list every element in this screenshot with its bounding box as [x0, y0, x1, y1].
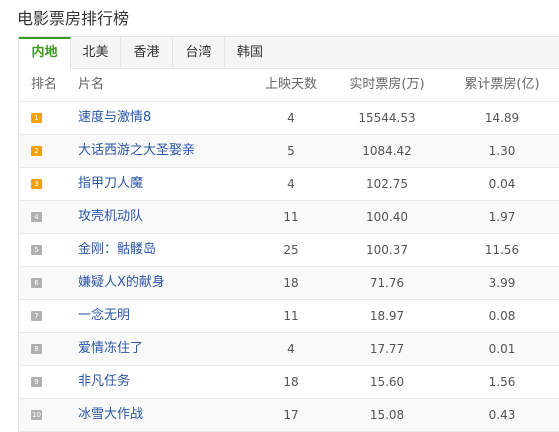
movie-name-cell: 爱情冻住了	[78, 333, 238, 365]
movie-title-link[interactable]: 爱情冻住了	[78, 341, 143, 356]
days-cell: 18	[283, 276, 299, 290]
days-cell: 18	[283, 375, 299, 389]
table-row: 7 一念无明 11 18.97 0.08	[19, 300, 559, 333]
rank-badge: 9	[31, 377, 42, 387]
box-office-panel: 内地 北美 香港 台湾 韩国 排名 片名 上映天数 实时票房(万) 累计票房(亿…	[18, 36, 559, 432]
realtime-cell: 15544.53	[358, 111, 416, 125]
movie-name-cell: 指甲刀人魔	[78, 168, 238, 200]
movie-title-link[interactable]: 速度与激情8	[78, 110, 151, 125]
rank-badge: 7	[31, 311, 42, 321]
table-row: 2 大话西游之大圣娶亲 5 1084.42 1.30	[19, 135, 559, 168]
days-cell: 4	[287, 111, 295, 125]
movie-name-cell: 一念无明	[78, 300, 238, 332]
header-name: 片名	[78, 77, 105, 92]
header-total: 累计票房(亿)	[464, 77, 540, 92]
page-title: 电影票房排行榜	[17, 9, 130, 28]
realtime-cell: 1084.42	[362, 144, 412, 158]
movie-title-link[interactable]: 大话西游之大圣娶亲	[78, 143, 195, 158]
days-cell: 4	[287, 177, 295, 191]
movie-name-cell: 攻壳机动队	[78, 201, 238, 233]
tab-mainland[interactable]: 内地	[19, 37, 71, 70]
tab-north-america[interactable]: 北美	[71, 37, 121, 69]
tab-korea[interactable]: 韩国	[225, 37, 275, 69]
total-cell: 0.08	[488, 309, 516, 323]
tab-taiwan[interactable]: 台湾	[173, 37, 225, 69]
rank-badge: 6	[31, 278, 42, 288]
movie-title-link[interactable]: 非凡任务	[78, 374, 130, 389]
days-cell: 25	[283, 243, 299, 257]
table-row: 6 嫌疑人X的献身 18 71.76 3.99	[19, 267, 559, 300]
region-tabs: 内地 北美 香港 台湾 韩国	[19, 37, 559, 70]
total-cell: 11.56	[484, 243, 520, 257]
realtime-cell: 102.75	[366, 177, 408, 191]
table-row: 5 金刚：骷髅岛 25 100.37 11.56	[19, 234, 559, 267]
movie-name-cell: 大话西游之大圣娶亲	[78, 135, 238, 167]
movie-title-link[interactable]: 指甲刀人魔	[78, 176, 143, 191]
total-cell: 1.30	[488, 144, 516, 158]
rank-badge: 2	[31, 146, 42, 156]
table-row: 9 非凡任务 18 15.60 1.56	[19, 366, 559, 399]
rank-badge: 10	[31, 410, 42, 420]
movie-name-cell: 非凡任务	[78, 366, 238, 398]
total-cell: 3.99	[488, 276, 516, 290]
total-cell: 1.97	[488, 210, 516, 224]
header-realtime: 实时票房(万)	[349, 77, 425, 92]
movie-title-link[interactable]: 嫌疑人X的献身	[78, 275, 165, 290]
movie-name-cell: 金刚：骷髅岛	[78, 234, 238, 266]
rank-badge: 3	[31, 179, 42, 189]
header-days: 上映天数	[264, 77, 317, 92]
realtime-cell: 18.97	[369, 309, 405, 323]
table-header: 排名 片名 上映天数 实时票房(万) 累计票房(亿)	[19, 69, 559, 102]
rank-badge: 1	[31, 113, 42, 123]
total-cell: 1.56	[488, 375, 516, 389]
days-cell: 11	[283, 210, 299, 224]
realtime-cell: 17.77	[369, 342, 405, 356]
realtime-cell: 100.37	[366, 243, 408, 257]
movie-title-link[interactable]: 攻壳机动队	[78, 209, 143, 224]
table-row: 3 指甲刀人魔 4 102.75 0.04	[19, 168, 559, 201]
realtime-cell: 15.08	[369, 408, 405, 422]
days-cell: 17	[283, 408, 299, 422]
total-cell: 0.01	[488, 342, 516, 356]
tab-hong-kong[interactable]: 香港	[121, 37, 173, 69]
movie-title-link[interactable]: 一念无明	[78, 308, 130, 323]
movie-name-cell: 速度与激情8	[78, 102, 238, 134]
total-cell: 14.89	[484, 111, 520, 125]
realtime-cell: 71.76	[369, 276, 405, 290]
realtime-cell: 100.40	[366, 210, 408, 224]
total-cell: 0.04	[488, 177, 516, 191]
realtime-cell: 15.60	[369, 375, 405, 389]
table-row: 10 冰雪大作战 17 15.08 0.43	[19, 399, 559, 432]
movie-name-cell: 嫌疑人X的献身	[78, 267, 238, 299]
table-row: 1 速度与激情8 4 15544.53 14.89	[19, 102, 559, 135]
movie-title-link[interactable]: 冰雪大作战	[78, 407, 143, 422]
table-row: 8 爱情冻住了 4 17.77 0.01	[19, 333, 559, 366]
ranking-table: 排名 片名 上映天数 实时票房(万) 累计票房(亿) 1 速度与激情8 4 15544…	[19, 69, 559, 432]
rank-badge: 8	[31, 344, 42, 354]
header-rank: 排名	[31, 77, 58, 92]
days-cell: 11	[283, 309, 299, 323]
total-cell: 0.43	[488, 408, 516, 422]
movie-name-cell: 冰雪大作战	[78, 399, 238, 431]
rank-badge: 4	[31, 212, 42, 222]
days-cell: 4	[287, 342, 295, 356]
rank-badge: 5	[31, 245, 42, 255]
table-row: 4 攻壳机动队 11 100.40 1.97	[19, 201, 559, 234]
movie-title-link[interactable]: 金刚：骷髅岛	[78, 242, 156, 257]
days-cell: 5	[287, 144, 295, 158]
table-body: 1 速度与激情8 4 15544.53 14.89 2 大话西游之大圣娶亲 5 1084.42 1…	[19, 102, 559, 432]
